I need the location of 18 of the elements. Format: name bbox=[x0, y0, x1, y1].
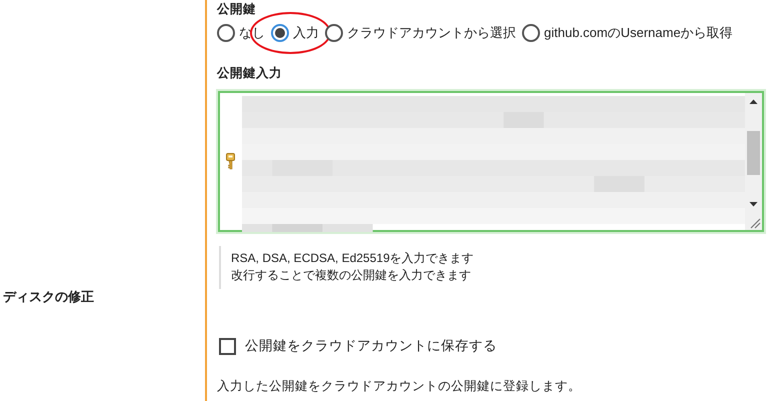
description-text: 入力した公開鍵をクラウドアカウントの公開鍵に登録します。 bbox=[217, 378, 582, 395]
section-title: 公開鍵 bbox=[217, 1, 257, 18]
radio-label[interactable]: 入力 bbox=[293, 24, 319, 42]
help-text: 改行することで複数の公開鍵を入力できます bbox=[231, 267, 472, 284]
checkbox-label[interactable]: 公開鍵をクラウドアカウントに保存する bbox=[245, 337, 497, 355]
radio-label[interactable]: github.comのUsernameから取得 bbox=[544, 24, 733, 42]
field-label: ディスクの修正 bbox=[3, 288, 94, 306]
radio-button[interactable] bbox=[522, 24, 540, 42]
checkbox[interactable] bbox=[219, 338, 236, 354]
radio-button[interactable] bbox=[325, 24, 343, 42]
scrollbar-thumb[interactable] bbox=[747, 131, 760, 175]
help-text: RSA, DSA, ECDSA, Ed25519を入力できます bbox=[231, 250, 475, 267]
field-title: 公開鍵入力 bbox=[217, 65, 283, 82]
radio-label[interactable]: クラウドアカウントから選択 bbox=[347, 24, 516, 42]
radio-button[interactable] bbox=[217, 24, 235, 42]
radio-label[interactable]: なし bbox=[239, 24, 265, 42]
radio-button[interactable] bbox=[271, 24, 289, 42]
key-icon bbox=[226, 153, 234, 170]
